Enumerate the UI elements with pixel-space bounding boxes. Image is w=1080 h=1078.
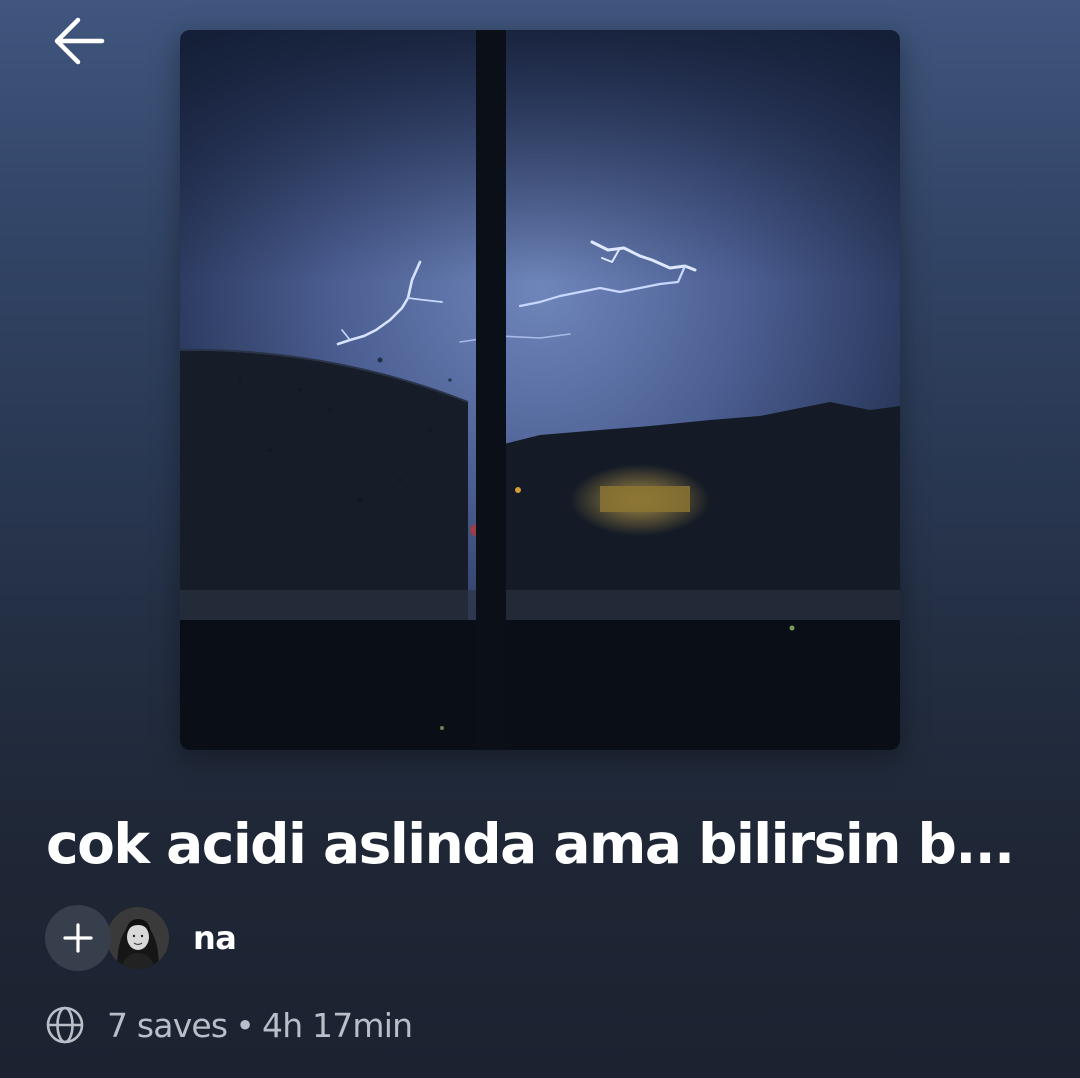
total-duration: 4h 17min: [262, 1005, 413, 1045]
arrow-left-icon: [54, 17, 105, 65]
owner-avatar[interactable]: [107, 907, 169, 969]
meta-separator: •: [235, 1005, 254, 1045]
owner-row: na: [45, 904, 237, 972]
add-collaborator-button[interactable]: [45, 905, 111, 971]
plus-icon: [63, 923, 93, 953]
playlist-title: cok acidi aslinda ama bilirsin b...: [46, 812, 1015, 876]
playlist-meta: 7 saves • 4h 17min: [45, 1000, 413, 1050]
back-button[interactable]: [46, 10, 112, 72]
saves-count: 7 saves: [107, 1005, 228, 1045]
globe-icon: [45, 1005, 85, 1045]
owner-name[interactable]: na: [193, 919, 237, 957]
playlist-cover-image: [180, 30, 900, 750]
